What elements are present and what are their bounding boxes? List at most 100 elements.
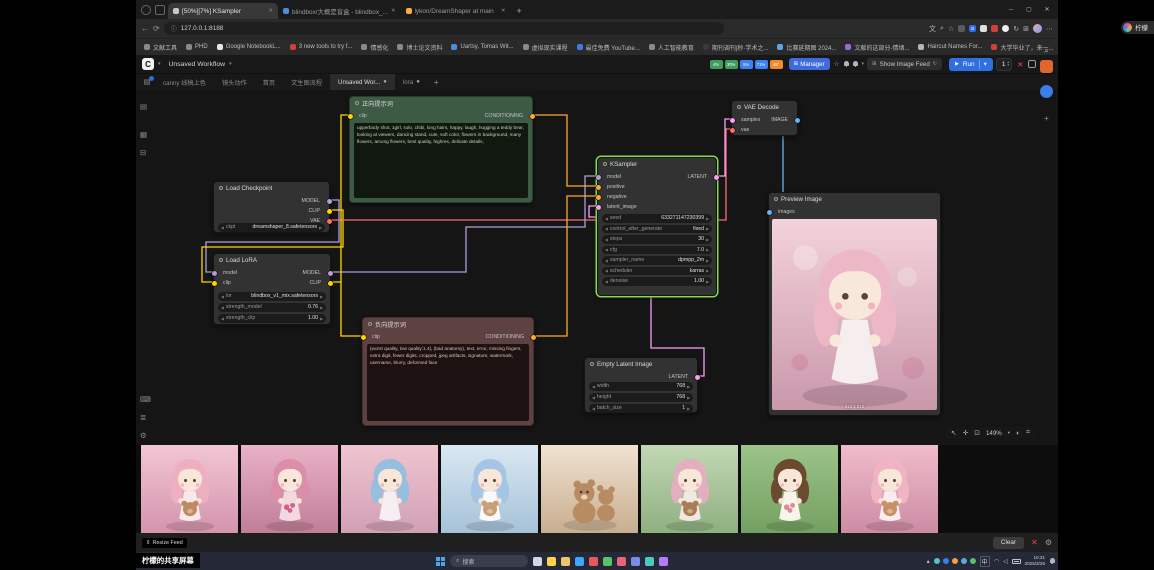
taskbar-clock[interactable]: 10:312025/3/26: [1025, 555, 1045, 566]
bookmark-item[interactable]: 文献的这部分-情绪...: [845, 43, 909, 52]
collapse-dot-icon[interactable]: [590, 362, 594, 366]
collapse-dot-icon[interactable]: [219, 186, 223, 190]
pointer-tool-icon[interactable]: ↖: [951, 429, 957, 437]
collapse-dot-icon[interactable]: [603, 162, 607, 166]
extension-4-icon[interactable]: [991, 25, 998, 32]
widget-left-arrow-icon[interactable]: ◀: [221, 294, 224, 299]
node-header[interactable]: 正向提示词: [350, 97, 532, 109]
widget-height[interactable]: ◀height768▶: [589, 393, 693, 402]
magnifier-tool-icon[interactable]: ⌕: [1040, 44, 1053, 57]
run-options-caret-icon[interactable]: ▾: [984, 60, 987, 68]
node-negative[interactable]: 负向提示词clipCONDITIONING(worst quality, low…: [362, 317, 534, 426]
widget-left-arrow-icon[interactable]: ◀: [605, 268, 608, 273]
input-language[interactable]: 中: [980, 556, 990, 567]
extensions-icon[interactable]: ⊞: [1023, 25, 1029, 33]
tray-meet-icon[interactable]: [934, 558, 940, 564]
collapse-dot-icon[interactable]: [368, 322, 372, 326]
taskbar-search[interactable]: ⌕ 搜索: [450, 555, 528, 567]
widget-cfg[interactable]: ◀cfg7.0▶: [602, 246, 712, 255]
unsaved-dot-icon[interactable]: ●: [383, 79, 387, 85]
node-lora[interactable]: Load LoRAmodelclipMODELCLIP◀lorblindbox_…: [213, 253, 331, 325]
workflow-tab-4[interactable]: Unsaved Wor...●: [330, 74, 395, 90]
tray-expand-icon[interactable]: ▴: [927, 558, 930, 565]
workflows-icon[interactable]: ▤: [140, 102, 147, 111]
bookmark-item[interactable]: 虚拟现实课程: [523, 43, 568, 52]
input-slot-latent_image[interactable]: latent_image: [598, 202, 637, 212]
widget-right-arrow-icon[interactable]: ▶: [687, 384, 690, 389]
bookmark-item[interactable]: 最佳免费 YouTube...: [577, 43, 640, 52]
output-slot-CLIP[interactable]: CLIP: [308, 206, 329, 216]
widget-left-arrow-icon[interactable]: ◀: [592, 395, 595, 400]
feed-thumbnail-6[interactable]: [741, 445, 838, 533]
widget-left-arrow-icon[interactable]: ◀: [605, 247, 608, 252]
bell2-icon[interactable]: [852, 61, 858, 68]
widget-lor[interactable]: ◀lorblindbox_v1_mix.safetensors▶: [218, 292, 326, 301]
fit-view-icon[interactable]: ⊡: [974, 429, 980, 437]
bookmark-item[interactable]: 3 new tools to try f...: [290, 44, 353, 50]
new-workflow-button[interactable]: +: [428, 74, 445, 90]
widget-right-arrow-icon[interactable]: ▶: [687, 395, 690, 400]
widget-left-arrow-icon[interactable]: ◀: [605, 258, 608, 263]
bulb-icon[interactable]: ◐: [1016, 430, 1020, 437]
input-slot-positive[interactable]: positive: [598, 182, 625, 192]
node-latent[interactable]: Empty Latent ImageLATENT◀width768▶◀heigh…: [584, 357, 698, 413]
bookmark-item[interactable]: 比赛延期图 2024...: [777, 43, 836, 52]
browser-tab-1[interactable]: blindbox/大概是盲盒 - blindbox_...✕: [278, 3, 401, 19]
node-ksampler[interactable]: KSamplermodelpositivenegativelatent_imag…: [597, 157, 717, 296]
workspace-icon[interactable]: [141, 5, 151, 15]
input-slot-model[interactable]: model: [214, 268, 237, 278]
widget-right-arrow-icon[interactable]: ▶: [706, 247, 709, 252]
workflow-tab-0[interactable]: canny 线稿上色: [155, 74, 214, 90]
feed-thumbnail-7[interactable]: [841, 445, 938, 533]
node-header[interactable]: Load Checkpoint: [214, 182, 329, 194]
edge-icon[interactable]: [575, 557, 584, 566]
widget-ckpt[interactable]: ◀ckptdreamshaper_8.safetensors▶: [218, 223, 325, 232]
widget-seed[interactable]: ◀seed633271147230399▶: [602, 214, 712, 223]
widget-scheduler[interactable]: ◀schedulerkarras▶: [602, 267, 712, 276]
batch-count-stepper[interactable]: 1 ▴▾: [996, 58, 1012, 71]
prompt-textarea[interactable]: (worst quality, low quality:1.4), (bad a…: [367, 344, 529, 421]
workflow-tab-3[interactable]: 文生图流程: [283, 74, 330, 90]
extension-1-icon[interactable]: [958, 25, 965, 32]
widget-right-arrow-icon[interactable]: ▶: [320, 294, 323, 299]
wifi-icon[interactable]: ◠: [994, 558, 999, 565]
widget-left-arrow-icon[interactable]: ◀: [221, 316, 224, 321]
widget-left-arrow-icon[interactable]: ◀: [221, 225, 224, 230]
favorite-icon[interactable]: ☆: [948, 25, 954, 33]
node-header[interactable]: Empty Latent Image: [585, 358, 697, 370]
bookmark-item[interactable]: 博士论文资料: [397, 43, 442, 52]
resize-feed-handle[interactable]: ⇕ Resize Feed: [142, 538, 187, 548]
annotate-tool-icon[interactable]: [1040, 60, 1053, 73]
unsaved-dot-icon[interactable]: ●: [416, 79, 420, 85]
close-button[interactable]: ✕: [1038, 2, 1056, 17]
add-tool-icon[interactable]: +: [1040, 112, 1053, 125]
start-button[interactable]: [436, 557, 445, 566]
comfy-logo[interactable]: C: [142, 58, 154, 70]
clear-queue-button[interactable]: [1028, 60, 1036, 68]
widget-left-arrow-icon[interactable]: ◀: [605, 279, 608, 284]
tab-search-icon[interactable]: [155, 5, 165, 15]
collapse-dot-icon[interactable]: [355, 101, 359, 105]
tab-close-icon[interactable]: ✕: [501, 8, 506, 14]
title-caret-icon[interactable]: ▾: [229, 61, 232, 67]
browser-tab-2[interactable]: lykon/DreamShaper at main✕: [401, 3, 511, 19]
node-canvas[interactable]: Load CheckpointMODELCLIPVAE◀ckptdreamsha…: [136, 90, 1058, 445]
queue-icon[interactable]: ≣: [140, 413, 146, 422]
widget-right-arrow-icon[interactable]: ▶: [319, 225, 322, 230]
feed-thumbnail-4[interactable]: [541, 445, 638, 533]
output-slot-IMAGE[interactable]: IMAGE: [771, 115, 797, 125]
widget-steps[interactable]: ◀steps30▶: [602, 235, 712, 244]
node-preview[interactable]: Preview Imageimages512 x 512: [768, 192, 941, 416]
notes-icon[interactable]: [659, 557, 668, 566]
bookmark-item[interactable]: 情感化: [361, 43, 388, 52]
widget-left-arrow-icon[interactable]: ◀: [605, 216, 608, 221]
explorer-icon[interactable]: [561, 557, 570, 566]
widget-control_after_generate[interactable]: ◀control_after_generatefixed▶: [602, 225, 712, 234]
cursor-tool-icon[interactable]: [1040, 85, 1053, 98]
output-slot-LATENT[interactable]: LATENT: [687, 172, 716, 182]
input-slot-images[interactable]: images: [769, 207, 795, 217]
bookmark-item[interactable]: PHD: [186, 44, 208, 50]
refresh-icon[interactable]: ⟳: [153, 24, 160, 33]
widget-right-arrow-icon[interactable]: ▶: [706, 258, 709, 263]
feed-thumbnail-3[interactable]: [441, 445, 538, 533]
